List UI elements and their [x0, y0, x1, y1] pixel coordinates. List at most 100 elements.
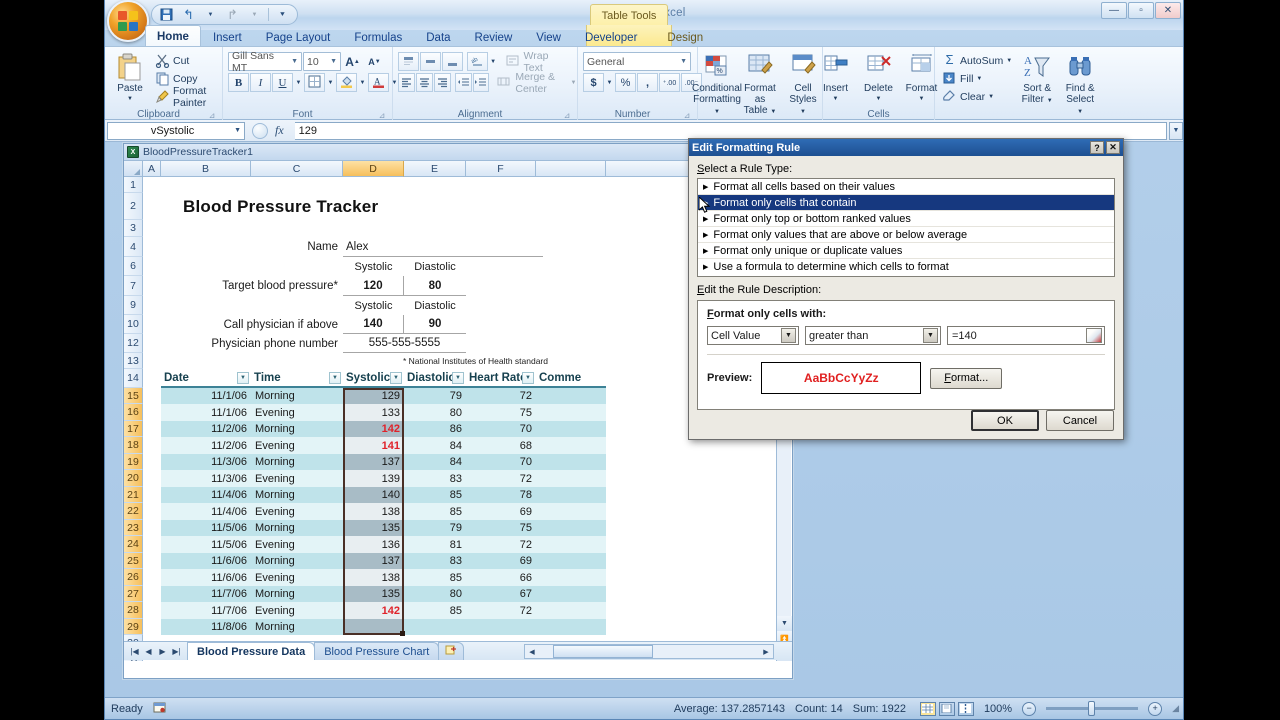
- scroll-right-icon[interactable]: ▶: [759, 648, 773, 656]
- cell-diastolic[interactable]: 85: [404, 569, 466, 586]
- table-header-heart-rate[interactable]: Heart Rate ▼: [466, 369, 536, 388]
- cell-systolic[interactable]: 142: [343, 602, 404, 619]
- paste-button[interactable]: Paste ▼: [110, 50, 150, 107]
- call-physician-label[interactable]: Call physician if above: [161, 315, 343, 334]
- cell-heart-rate[interactable]: 72: [466, 536, 536, 553]
- cell-diastolic[interactable]: 85: [404, 487, 466, 503]
- tab-view[interactable]: View: [524, 27, 573, 47]
- column-header-b[interactable]: B: [161, 161, 251, 177]
- cell-a[interactable]: [143, 454, 161, 470]
- phone-label[interactable]: Physician phone number: [161, 334, 343, 353]
- cell-date[interactable]: 11/1/06: [161, 388, 251, 404]
- call-systolic-value[interactable]: 140: [343, 315, 404, 334]
- rule-type-item-2[interactable]: ▶ Format only top or bottom ranked value…: [698, 211, 1114, 227]
- row-header-7[interactable]: 7: [124, 276, 143, 296]
- sort-filter-dropdown-icon[interactable]: ▼: [1047, 98, 1053, 104]
- font-name-combo[interactable]: Gill Sans MT ▼: [228, 50, 302, 74]
- table-header-comments[interactable]: Comme: [536, 369, 606, 388]
- column-header-g[interactable]: [536, 161, 606, 177]
- name-label[interactable]: Name: [161, 237, 343, 257]
- cell-diastolic[interactable]: 86: [404, 421, 466, 437]
- font-size-combo[interactable]: 10 ▼: [303, 52, 341, 71]
- cell-time[interactable]: Evening: [251, 602, 343, 619]
- format-as-table-button[interactable]: Format as Table ▼: [740, 50, 780, 120]
- chevron-down-icon[interactable]: ▼: [781, 328, 796, 343]
- insert-worksheet-button[interactable]: [438, 642, 465, 660]
- row-header-18[interactable]: 18: [124, 437, 143, 454]
- column-header-e[interactable]: E: [404, 161, 466, 177]
- clipboard-dialog-launcher-icon[interactable]: ⊿: [207, 109, 217, 120]
- cell-diastolic[interactable]: 84: [404, 437, 466, 454]
- comma-format-button[interactable]: ,: [637, 73, 658, 92]
- cell-comment[interactable]: [536, 437, 606, 454]
- tab-review[interactable]: Review: [463, 27, 525, 47]
- expand-formula-bar-icon[interactable]: ▼: [1169, 121, 1183, 140]
- cell-systolic[interactable]: 141: [343, 437, 404, 454]
- cell-systolic[interactable]: 138: [343, 503, 404, 520]
- font-size-chevron-down-icon[interactable]: ▼: [326, 58, 337, 65]
- clear-button[interactable]: Clear ▼: [940, 88, 1014, 105]
- shrink-font-button[interactable]: A ▼: [364, 52, 385, 71]
- orientation-dropdown-icon[interactable]: ▼: [489, 52, 498, 71]
- last-sheet-icon[interactable]: ▶|: [170, 647, 183, 656]
- cell-date[interactable]: 11/8/06: [161, 619, 251, 635]
- cell-time[interactable]: Evening: [251, 470, 343, 487]
- rule-type-list[interactable]: ▶ Format all cells based on their values…: [697, 178, 1115, 277]
- underline-button[interactable]: U: [272, 73, 293, 92]
- tab-developer[interactable]: Developer: [573, 27, 649, 47]
- cell-heart-rate[interactable]: 69: [466, 553, 536, 569]
- page-layout-view-button[interactable]: [938, 701, 955, 716]
- cell-a9[interactable]: [143, 296, 161, 315]
- cell-heart-rate[interactable]: 67: [466, 586, 536, 602]
- align-left-button[interactable]: [398, 73, 415, 92]
- align-bottom-button[interactable]: [441, 52, 463, 71]
- rule-type-item-0[interactable]: ▶ Format all cells based on their values: [698, 179, 1114, 195]
- table-header-date[interactable]: Date ▼: [161, 369, 251, 388]
- cell-diastolic[interactable]: 83: [404, 470, 466, 487]
- cell-diastolic[interactable]: 83: [404, 553, 466, 569]
- rule-type-item-4[interactable]: ▶ Format only unique or duplicate values: [698, 243, 1114, 259]
- scroll-left-icon[interactable]: ◀: [525, 648, 539, 656]
- filter-dropdown-icon-systolic[interactable]: ▼: [390, 371, 402, 384]
- horizontal-scrollbar[interactable]: ◀ ▶: [524, 644, 774, 659]
- cell-heart-rate[interactable]: 70: [466, 421, 536, 437]
- cell-date[interactable]: 11/3/06: [161, 470, 251, 487]
- condition-subject-combo[interactable]: Cell Value ▼: [707, 326, 799, 345]
- row-header-4[interactable]: 4: [124, 237, 143, 257]
- target-bp-label[interactable]: Target blood pressure*: [161, 276, 343, 296]
- paste-dropdown-icon[interactable]: ▼: [127, 94, 133, 105]
- row-header-20[interactable]: 20: [124, 470, 143, 487]
- insert-function-icon[interactable]: fx: [271, 123, 288, 138]
- target-diastolic-value[interactable]: 80: [404, 276, 466, 296]
- cell-time[interactable]: Morning: [251, 520, 343, 536]
- cancel-formula-icon[interactable]: [252, 122, 268, 139]
- underline-dropdown-icon[interactable]: ▼: [294, 73, 303, 92]
- collapse-dialog-icon[interactable]: [1086, 328, 1102, 343]
- rule-type-item-5[interactable]: ▶ Use a formula to determine which cells…: [698, 259, 1114, 275]
- font-name-chevron-down-icon[interactable]: ▼: [287, 58, 298, 65]
- cell-a14[interactable]: [143, 369, 161, 388]
- italic-button[interactable]: I: [250, 73, 271, 92]
- cell-time[interactable]: Evening: [251, 569, 343, 586]
- dialog-help-button[interactable]: ?: [1090, 141, 1104, 154]
- format-button[interactable]: Format...: [930, 367, 1003, 389]
- horizontal-scroll-thumb[interactable]: [553, 645, 653, 658]
- cell-a[interactable]: [143, 487, 161, 503]
- sheet-tab-blood-pressure-chart[interactable]: Blood Pressure Chart: [314, 642, 440, 660]
- first-sheet-icon[interactable]: |◀: [128, 647, 141, 656]
- filter-dropdown-icon-time[interactable]: ▼: [329, 371, 341, 384]
- row-header-26[interactable]: 26: [124, 569, 143, 586]
- cell-heart-rate[interactable]: 78: [466, 487, 536, 503]
- cell-diastolic[interactable]: 81: [404, 536, 466, 553]
- chevron-down-icon[interactable]: ▼: [923, 328, 938, 343]
- zoom-level[interactable]: 100%: [984, 703, 1012, 715]
- delete-cells-dropdown-icon[interactable]: ▼: [876, 94, 882, 105]
- cell-a13[interactable]: [143, 353, 161, 369]
- cell-time[interactable]: Morning: [251, 586, 343, 602]
- row-header-29[interactable]: 29: [124, 619, 143, 635]
- customize-qat-icon[interactable]: ⯆: [274, 6, 291, 23]
- cell-b9[interactable]: [161, 296, 343, 315]
- row-header-23[interactable]: 23: [124, 520, 143, 536]
- cell-heart-rate[interactable]: 72: [466, 470, 536, 487]
- percent-format-button[interactable]: %: [615, 73, 636, 92]
